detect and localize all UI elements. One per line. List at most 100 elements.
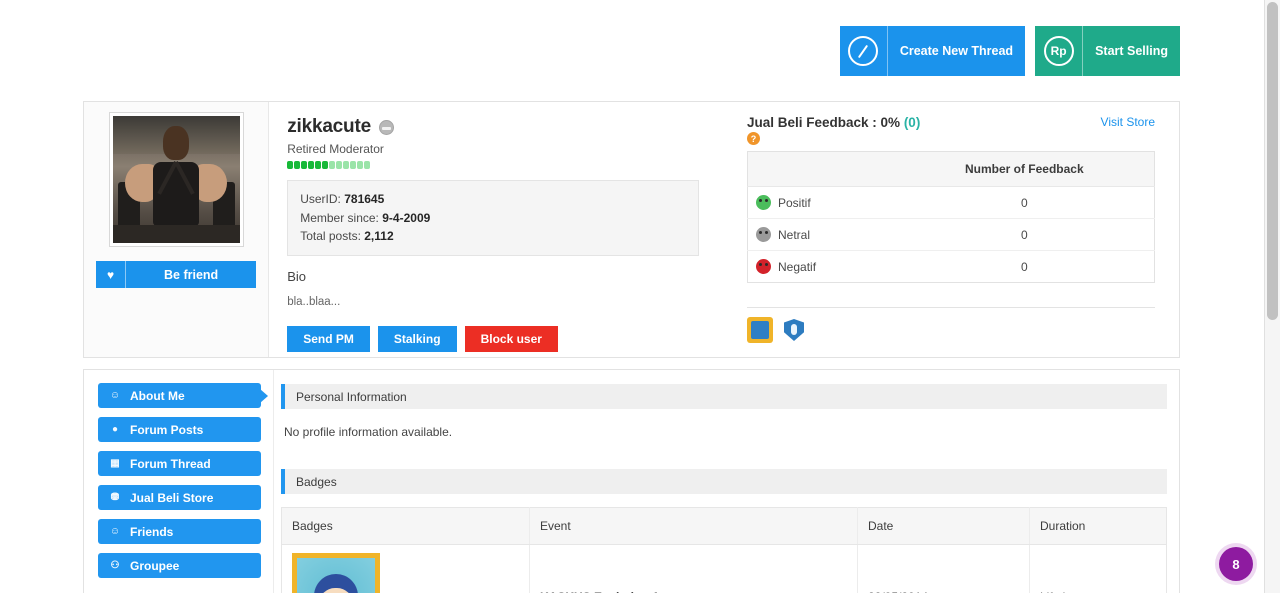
total-posts-label: Total posts: — [300, 229, 361, 244]
heart-icon: ♥ — [96, 261, 126, 288]
total-posts-value: 2,112 — [364, 229, 394, 244]
create-new-thread-label: Create New Thread — [899, 43, 1014, 58]
group-icon: ⚇ — [110, 560, 120, 571]
userid-value: 781645 — [344, 192, 385, 206]
reputation-meter — [287, 161, 699, 169]
top-action-bar: Create New Thread Rp Start Selling — [839, 26, 1180, 76]
send-pm-button[interactable]: Send PM — [287, 325, 370, 352]
be-friend-label: Be friend — [164, 267, 219, 282]
personal-information-heading: Personal Information — [281, 384, 1167, 409]
feedback-row: Netral 0 — [747, 218, 1155, 251]
badges-col-event: Event — [529, 507, 858, 545]
sidebar-item-friends[interactable]: ☺ Friends — [98, 519, 261, 544]
page-scrollbar[interactable] — [1264, 0, 1280, 593]
profile-details-column: zikkacute Retired Moderator UserID: 7816… — [269, 102, 717, 357]
badges-table-body: KASKUS Evolution Agent22/05/2014Lifetime — [281, 544, 1167, 593]
avatar — [108, 112, 244, 247]
user-title: Retired Moderator — [287, 142, 384, 156]
badges-table-header-row: Badges Event Date Duration — [281, 507, 1167, 545]
rupiah-icon-text: Rp — [1043, 36, 1074, 66]
rupiah-icon: Rp — [1035, 26, 1084, 76]
user-info-box: UserID: 781645 Member since: 9-4-2009 To… — [287, 180, 699, 256]
feedback-row: Negatif 0 — [748, 251, 1155, 283]
feedback-row-count: 0 — [1020, 259, 1028, 274]
badge-date-cell: 22/05/2014 — [857, 544, 1030, 593]
profile-content-main: Personal Information No profile informat… — [274, 370, 1179, 593]
pencil-icon — [840, 26, 888, 76]
profile-sidebar-nav: ☺ About Me ● Forum Posts ▦ Forum Thread ⛃ Jual … — [84, 370, 274, 593]
feedback-row: Positif 0 — [747, 186, 1155, 219]
reputation-dot — [322, 161, 329, 169]
feedback-row-count: 0 — [894, 186, 1155, 219]
feedback-row-label-cell: Positif — [747, 186, 895, 219]
feedback-title: Jual Beli Feedback : 0% (0) — [747, 115, 920, 130]
bio-label: Bio — [287, 268, 306, 284]
username[interactable]: zikkacute — [287, 116, 371, 138]
profile-content-card: ☺ About Me ● Forum Posts ▦ Forum Thread ⛃ Jual … — [83, 369, 1180, 593]
feedback-row-label: Positif — [778, 196, 811, 210]
create-new-thread-button[interactable]: Create New Thread — [839, 26, 1026, 76]
photo-badge-icon[interactable] — [747, 317, 773, 343]
profile-action-buttons: Send PM Stalking Block user — [287, 325, 699, 352]
sidebar-item-groupee[interactable]: ⚇ Groupee — [98, 553, 261, 578]
sidebar-item-label: Jual Beli Store — [130, 490, 214, 505]
chat-bubble-button[interactable]: 8 — [1219, 547, 1253, 581]
block-user-button[interactable]: Block user — [464, 325, 558, 352]
feedback-row-label-cell: Netral — [747, 218, 895, 251]
sidebar-item-about-me[interactable]: ☺ About Me — [98, 383, 261, 408]
feedback-table-body: Positif 0 Netral 0 Negatif 0 — [747, 186, 1155, 283]
feedback-row-label: Negatif — [778, 260, 817, 274]
member-since-value: 9-4-2009 — [382, 210, 431, 225]
badges-heading: Badges — [281, 469, 1167, 494]
profile-avatar-column: ♥ Be friend — [84, 102, 270, 357]
badges-col-badges: Badges — [281, 507, 530, 545]
reputation-dot — [336, 161, 343, 169]
sidebar-item-forum-posts[interactable]: ● Forum Posts — [98, 417, 261, 442]
reputation-dot — [301, 161, 308, 169]
reputation-dot — [294, 161, 301, 169]
person-icon: ☺ — [109, 390, 121, 401]
badges-col-duration: Duration — [1029, 507, 1167, 545]
reputation-dot — [308, 161, 315, 169]
feedback-table: Number of Feedback Positif 0 Netral 0 Negati… — [747, 151, 1155, 283]
userid-label: UserID: — [300, 192, 341, 206]
badges-table-row: KASKUS Evolution Agent22/05/2014Lifetime — [281, 544, 1167, 593]
stalking-button[interactable]: Stalking — [377, 325, 457, 352]
badges-col-date: Date — [857, 507, 1030, 545]
bio-text: bla..blaa... — [287, 295, 341, 308]
sidebar-item-label: Forum Thread — [130, 456, 211, 471]
visit-store-link[interactable]: Visit Store — [1101, 115, 1155, 129]
offline-status-icon — [378, 119, 394, 135]
feedback-column: Jual Beli Feedback : 0% (0) ? Visit Stor… — [717, 102, 1179, 357]
feedback-header: Jual Beli Feedback : 0% (0) ? Visit Stor… — [747, 115, 1155, 145]
feedback-row-count: 0 — [894, 218, 1155, 251]
feedback-col-blank — [747, 151, 895, 187]
reputation-dot — [364, 161, 371, 169]
badges-table: Badges Event Date Duration KASKUS Evolut… — [281, 507, 1167, 593]
cart-icon: ⛃ — [110, 492, 120, 503]
comment-icon: ● — [111, 424, 119, 435]
page-scrollbar-thumb[interactable] — [1267, 2, 1278, 320]
help-icon[interactable]: ? — [747, 132, 760, 145]
calendar-icon: ▦ — [110, 458, 120, 469]
sidebar-item-jual-beli-store[interactable]: ⛃ Jual Beli Store — [98, 485, 261, 510]
feedback-table-header-row: Number of Feedback — [747, 151, 1155, 187]
reputation-dot — [329, 161, 336, 169]
sidebar-item-forum-thread[interactable]: ▦ Forum Thread — [98, 451, 261, 476]
page-root: Create New Thread Rp Start Selling ♥ Be … — [0, 0, 1280, 593]
badge-event-cell: KASKUS Evolution Agent — [529, 544, 858, 593]
shield-badge-icon[interactable] — [781, 317, 807, 343]
sidebar-item-label: Friends — [130, 524, 174, 539]
be-friend-button[interactable]: ♥ Be friend — [96, 261, 257, 288]
profile-card: ♥ Be friend zikkacute Retired Moderator … — [83, 101, 1180, 358]
badge-image-cell — [281, 544, 530, 593]
sidebar-item-label: Forum Posts — [130, 422, 204, 437]
reputation-dot — [315, 161, 322, 169]
reputation-dot — [350, 161, 357, 169]
feedback-col-count: Number of Feedback — [894, 151, 1155, 187]
sidebar-item-label: About Me — [130, 388, 185, 403]
start-selling-button[interactable]: Rp Start Selling — [1035, 26, 1180, 76]
feedback-row-label: Netral — [778, 228, 811, 242]
reputation-dot — [287, 161, 294, 169]
badge-duration-cell: Lifetime — [1030, 545, 1167, 593]
